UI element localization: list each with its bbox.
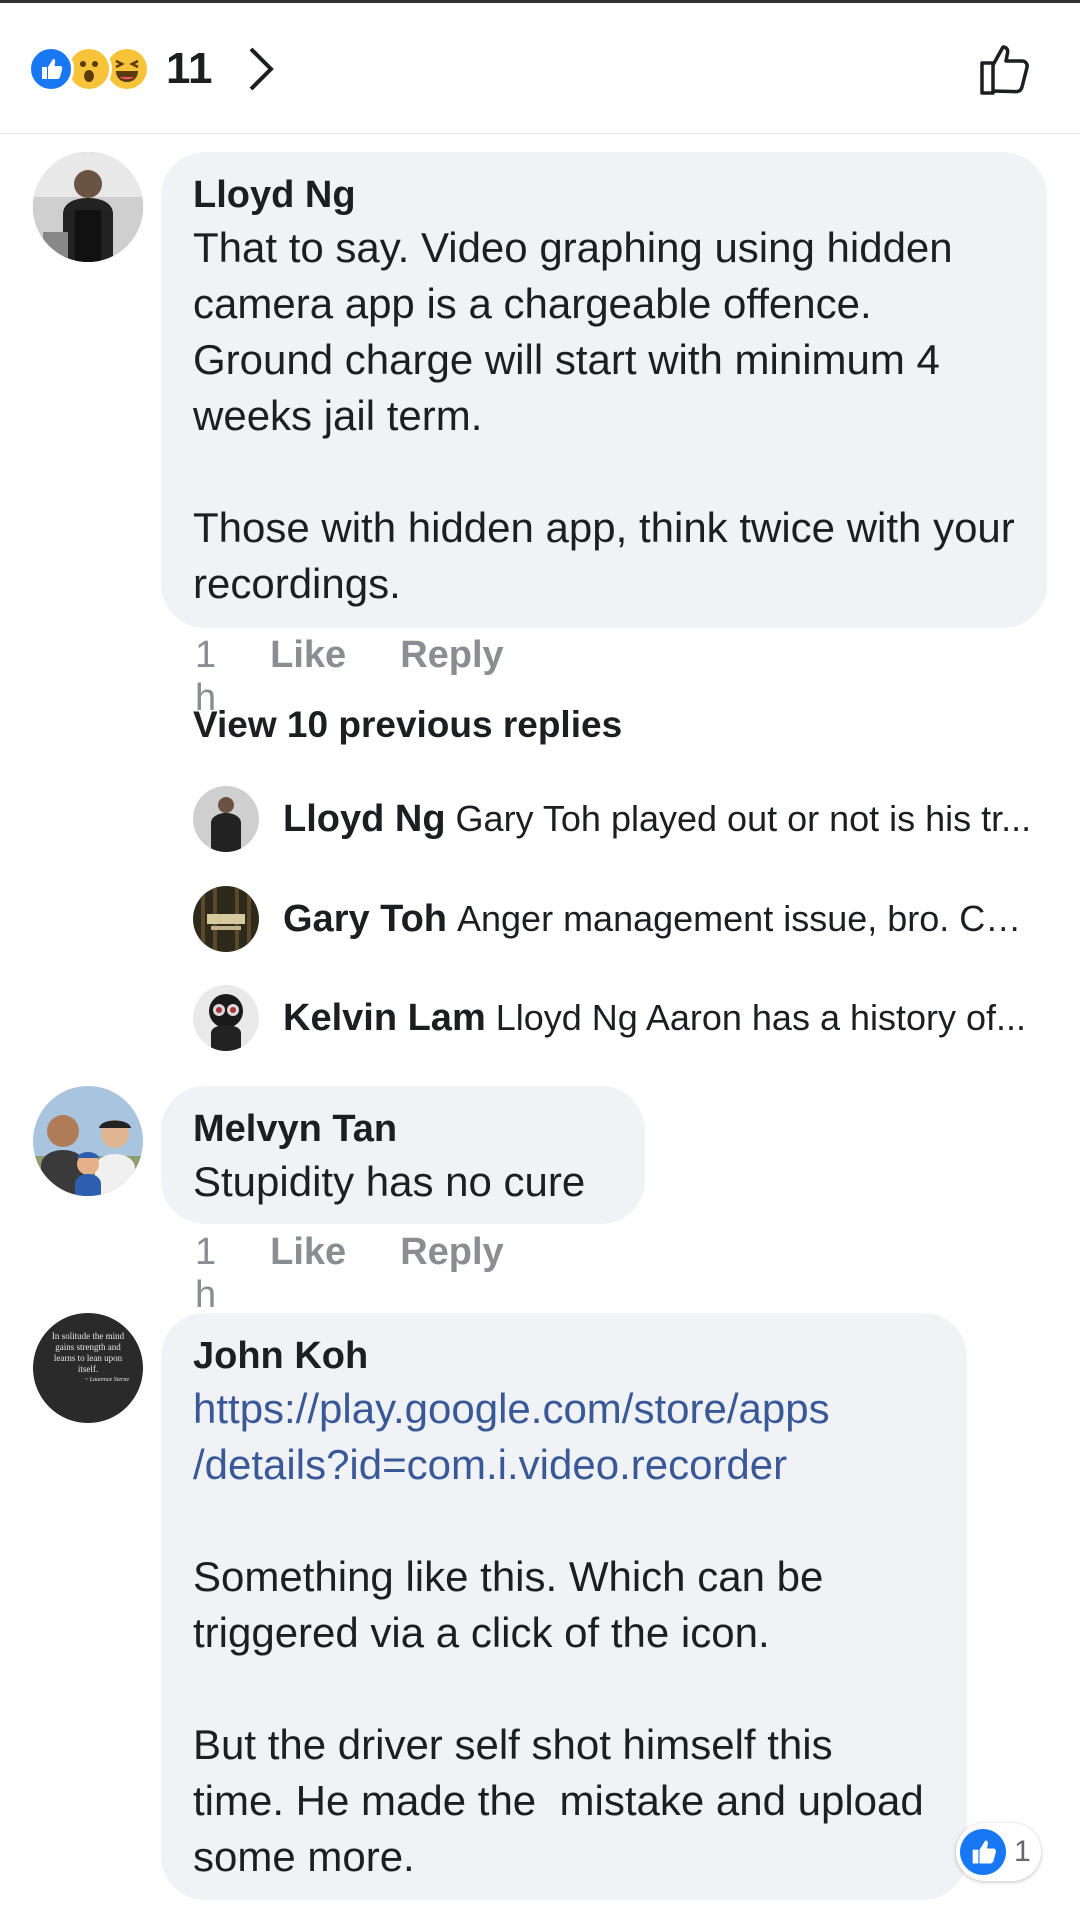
comment-text: Stupidity has no cure bbox=[193, 1158, 586, 1205]
comment-bubble[interactable]: John Koh https://play.google.com/store/a… bbox=[161, 1313, 967, 1900]
avatar[interactable] bbox=[33, 1086, 143, 1196]
reply-author[interactable]: Kelvin Lam bbox=[283, 997, 486, 1039]
comment-text: That to say. Video graphing using hidden… bbox=[193, 224, 1015, 607]
comment-actions: 1 h Like Reply bbox=[195, 1231, 558, 1317]
avatar[interactable] bbox=[193, 786, 259, 852]
avatar-quote-attribution: ~ Laurence Sterne bbox=[84, 1377, 129, 1383]
reaction-count: 11 bbox=[166, 44, 213, 93]
comment-time: 1 h bbox=[195, 1231, 217, 1316]
reply-author[interactable]: Lloyd Ng bbox=[283, 798, 446, 840]
reactions-header: 11 bbox=[0, 0, 1080, 134]
avatar[interactable] bbox=[33, 152, 143, 262]
reply-author[interactable]: Gary Toh bbox=[283, 898, 447, 940]
like-reaction-icon bbox=[28, 46, 74, 92]
avatar-quote: In solitude the mind gains strength and … bbox=[47, 1331, 129, 1384]
view-previous-replies-link[interactable]: View 10 previous replies bbox=[193, 704, 622, 746]
comment-text: Something like this. Which can be trigge… bbox=[193, 1553, 924, 1880]
comment-author[interactable]: Melvyn Tan bbox=[193, 1104, 613, 1154]
reply-snippet: Anger management issue, bro. Co... bbox=[457, 897, 1033, 939]
reply-text: Gary Toh Anger management issue, bro. Co.… bbox=[283, 898, 1033, 941]
avatar[interactable] bbox=[193, 985, 259, 1051]
comment-link[interactable]: https://play.google.com/store/apps /deta… bbox=[193, 1381, 935, 1493]
like-reaction-icon bbox=[960, 1829, 1006, 1875]
avatar[interactable]: In solitude the mind gains strength and … bbox=[33, 1313, 143, 1423]
avatar[interactable] bbox=[193, 886, 259, 952]
reply-text: Kelvin Lam Lloyd Ng Aaron has a history o… bbox=[283, 997, 1026, 1040]
reply-text: Lloyd Ng Gary Toh played out or not is hi… bbox=[283, 798, 1031, 841]
comment-bubble[interactable]: Lloyd Ng That to say. Video graphing usi… bbox=[161, 152, 1047, 628]
reply-snippet: Gary Toh played out or not is his tr... bbox=[455, 797, 1032, 839]
avatar-quote-text: In solitude the mind gains strength and … bbox=[51, 1331, 125, 1374]
like-link[interactable]: Like bbox=[270, 1231, 346, 1317]
reaction-count: 1 bbox=[1014, 1835, 1031, 1868]
reply-item[interactable]: Lloyd Ng Gary Toh played out or not is hi… bbox=[193, 786, 1033, 852]
reactions-summary[interactable]: 11 bbox=[28, 43, 281, 95]
chevron-right-icon[interactable] bbox=[241, 43, 281, 95]
comment-author[interactable]: Lloyd Ng bbox=[193, 170, 1015, 220]
reply-link[interactable]: Reply bbox=[400, 1231, 503, 1317]
reply-snippet: Lloyd Ng Aaron has a history of... bbox=[495, 996, 1027, 1038]
comment-reaction-badge[interactable]: 1 bbox=[956, 1823, 1041, 1881]
reply-item[interactable]: Gary Toh Anger management issue, bro. Co.… bbox=[193, 886, 1033, 952]
comment-author[interactable]: John Koh bbox=[193, 1331, 935, 1381]
reply-item[interactable]: Kelvin Lam Lloyd Ng Aaron has a history o… bbox=[193, 985, 1033, 1051]
comment-bubble[interactable]: Melvyn Tan Stupidity has no cure bbox=[161, 1086, 645, 1224]
like-button-icon[interactable] bbox=[976, 39, 1036, 99]
